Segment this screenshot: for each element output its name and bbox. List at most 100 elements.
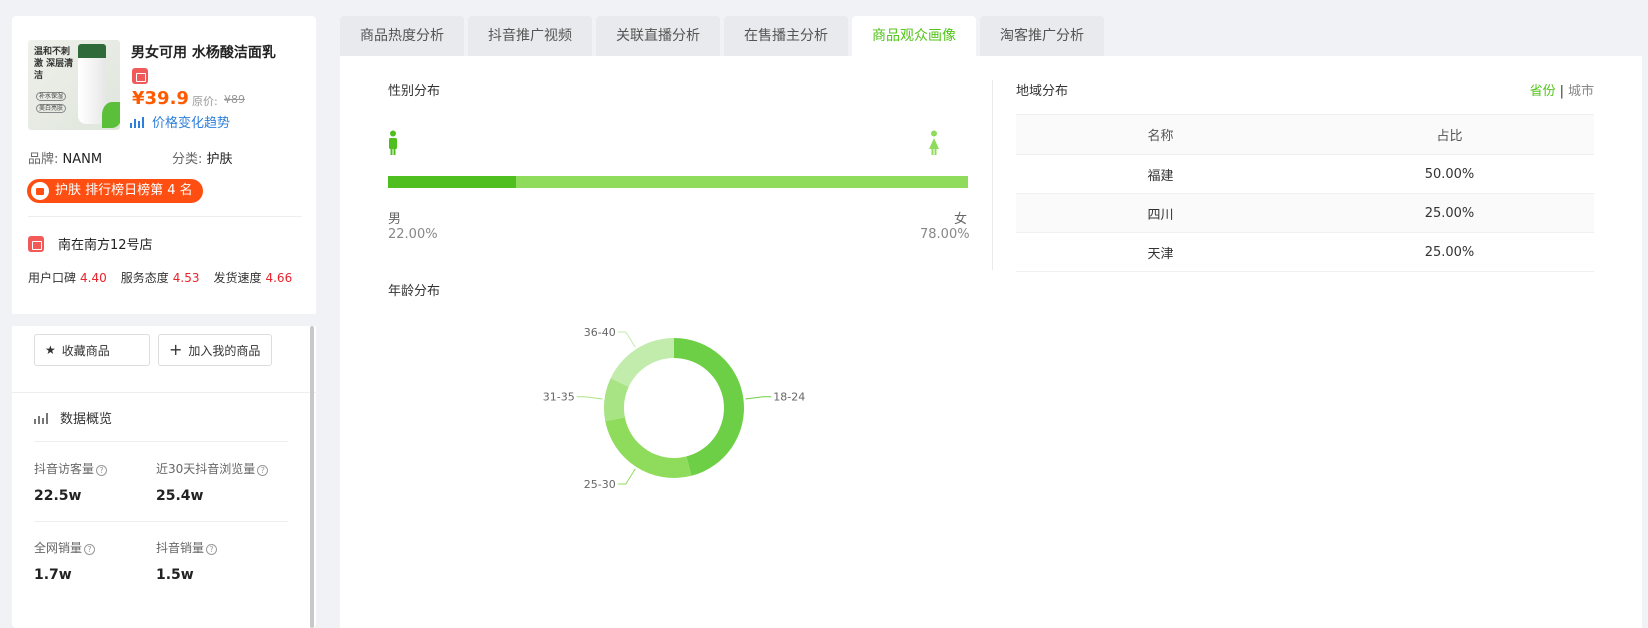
- donut-slice[interactable]: [610, 338, 674, 387]
- score-service: 服务态度 4.53: [120, 271, 200, 285]
- donut-slice[interactable]: [674, 338, 745, 476]
- divider: [34, 521, 288, 522]
- stat-value: 1.5w: [156, 567, 194, 583]
- bag-icon: [31, 182, 49, 200]
- column-header-name: 名称: [1147, 129, 1174, 144]
- donut-slice[interactable]: [605, 417, 692, 478]
- tab-product-heat[interactable]: 商品热度分析: [340, 16, 464, 56]
- score-reputation: 用户口碑 4.40: [28, 271, 107, 285]
- help-icon: ?: [206, 544, 218, 555]
- price-trend-link[interactable]: 价格变化趋势: [130, 112, 230, 131]
- help-icon: ?: [257, 465, 269, 476]
- region-header: 地域分布 省份 | 城市: [1016, 80, 1594, 99]
- product-price: ¥39.9: [132, 88, 189, 109]
- divider: [12, 392, 316, 393]
- divider: [34, 441, 288, 442]
- region-pct: 25.00%: [1424, 205, 1475, 221]
- gender-bar: [388, 176, 968, 188]
- female-icon: [929, 130, 939, 155]
- male-label: 男: [388, 212, 402, 227]
- category-key: 分类:: [172, 152, 203, 167]
- star-icon: ★: [45, 343, 56, 357]
- region-table: 名称 占比 福建 50.00% 四川 25.00% 天津 25.00%: [1016, 114, 1594, 272]
- store-info[interactable]: 南在南方12号店: [28, 234, 153, 253]
- tab-related-live[interactable]: 关联直播分析: [596, 16, 720, 56]
- donut-label: 25-30: [584, 478, 616, 491]
- original-price: ¥89: [224, 93, 245, 106]
- table-row: 四川 25.00%: [1016, 194, 1594, 233]
- tab-sellers[interactable]: 在售播主分析: [724, 16, 848, 56]
- product-image[interactable]: 温和不刺激 深层清洁 补水保湿 美白亮肤: [28, 40, 120, 130]
- stat-label: 全网销量?: [34, 539, 96, 556]
- vertical-divider: [992, 80, 993, 270]
- stat-label: 近30天抖音浏览量?: [156, 460, 269, 477]
- region-pct: 25.00%: [1424, 244, 1475, 260]
- product-image-pill: 补水保湿: [36, 92, 66, 101]
- favorite-button[interactable]: ★ 收藏商品: [34, 334, 150, 366]
- analysis-tabs: 商品热度分析 抖音推广视频 关联直播分析 在售播主分析 商品观众画像 淘客推广分…: [340, 16, 1104, 56]
- age-donut-svg: 18-24 25-30 31-35 36-40: [543, 326, 806, 491]
- donut-label-line: [617, 468, 636, 485]
- store-icon: [28, 235, 44, 252]
- product-sidebar: 温和不刺激 深层清洁 补水保湿 美白亮肤 男女可用 水杨酸洁面乳 ¥39.9 原…: [12, 16, 316, 628]
- stat-label: 抖音销量?: [156, 539, 218, 556]
- region-title: 地域分布: [1016, 84, 1069, 99]
- donut-label-line: [745, 396, 772, 400]
- donut-label: 36-40: [584, 326, 616, 339]
- region-name: 四川: [1147, 207, 1174, 223]
- category-value: 护肤: [206, 152, 233, 167]
- column-header-pct: 占比: [1436, 129, 1463, 144]
- donut-label-line: [576, 396, 603, 400]
- help-icon: ?: [96, 465, 108, 476]
- tab-taoke-promotion[interactable]: 淘客推广分析: [980, 16, 1104, 56]
- favorite-label: 收藏商品: [61, 343, 110, 358]
- table-row: 天津 25.00%: [1016, 233, 1594, 272]
- help-icon: ?: [84, 544, 96, 555]
- age-title: 年龄分布: [388, 284, 441, 299]
- donut-label: 31-35: [543, 391, 575, 404]
- region-switch: 省份 | 城市: [1530, 80, 1594, 99]
- table-header: 名称 占比: [1016, 115, 1594, 155]
- rank-badge-label: 护肤 排行榜日榜第 4 名: [55, 183, 193, 198]
- region-name: 福建: [1147, 168, 1174, 184]
- add-to-my-products-button[interactable]: + 加入我的商品: [158, 334, 272, 366]
- shop-bag-icon: [132, 68, 148, 84]
- trend-chart-icon: [130, 116, 144, 128]
- region-name: 天津: [1147, 246, 1174, 262]
- product-title[interactable]: 男女可用 水杨酸洁面乳: [131, 42, 276, 62]
- rank-badge[interactable]: 护肤 排行榜日榜第 4 名: [27, 179, 203, 203]
- sidebar-scrollbar[interactable]: [310, 326, 314, 628]
- product-image-pill: 美白亮肤: [36, 104, 66, 113]
- store-name: 南在南方12号店: [58, 238, 153, 253]
- stat-label: 抖音访客量?: [34, 460, 108, 477]
- bar-chart-icon: [34, 412, 50, 424]
- stat-value: 22.5w: [34, 488, 82, 504]
- switch-separator: |: [1559, 84, 1564, 99]
- store-scores: 用户口碑 4.40 服务态度 4.53 发货速度 4.66: [28, 269, 292, 286]
- price-trend-label: 价格变化趋势: [152, 116, 231, 131]
- add-label: 加入我的商品: [188, 343, 261, 358]
- plus-icon: +: [169, 340, 183, 359]
- city-toggle[interactable]: 城市: [1568, 84, 1594, 99]
- female-label: 女: [954, 212, 968, 227]
- donut-label: 18-24: [773, 391, 805, 404]
- main-content: 商品热度分析 抖音推广视频 关联直播分析 在售播主分析 商品观众画像 淘客推广分…: [340, 16, 1642, 628]
- stat-value: 1.7w: [34, 567, 72, 583]
- region-pct: 50.00%: [1424, 166, 1475, 182]
- province-toggle[interactable]: 省份: [1530, 84, 1556, 99]
- category-info: 分类: 护肤: [172, 148, 233, 167]
- table-row: 福建 50.00%: [1016, 155, 1594, 194]
- section-separator: [12, 314, 316, 326]
- stat-value: 25.4w: [156, 488, 204, 504]
- divider: [28, 216, 302, 217]
- male-icon: [389, 130, 397, 155]
- gender-title: 性别分布: [388, 84, 441, 99]
- tab-audience-profile[interactable]: 商品观众画像: [852, 16, 976, 56]
- brand-key: 品牌:: [28, 152, 59, 167]
- male-pct: 22.00%: [388, 227, 438, 242]
- female-pct: 78.00%: [920, 227, 970, 242]
- brand-value: NANM: [62, 152, 103, 167]
- tab-douyin-videos[interactable]: 抖音推广视频: [468, 16, 592, 56]
- leaf-graphic: [102, 102, 120, 128]
- audience-panel: 性别分布 男 22.00% 女 78.00% 地域分布 省份 | 城市 名称 占…: [340, 56, 1642, 628]
